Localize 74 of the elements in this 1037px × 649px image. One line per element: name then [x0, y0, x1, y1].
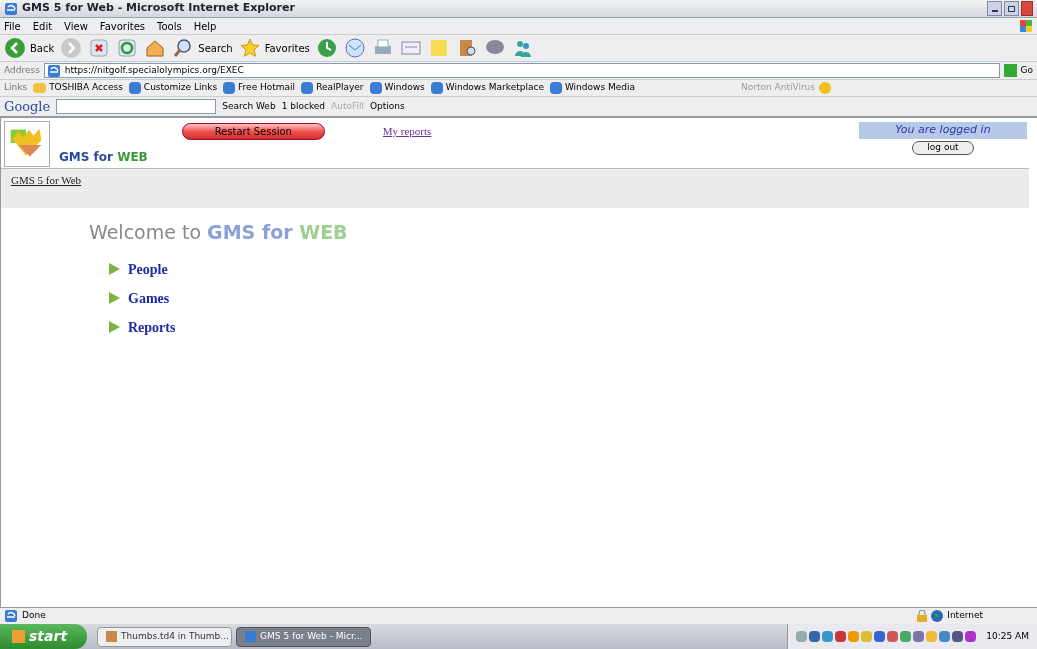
restart-session-button[interactable]: Restart Session	[181, 123, 325, 140]
links-label: Links	[4, 81, 28, 95]
google-search-field[interactable]	[56, 99, 217, 114]
go-button[interactable]: Go	[1003, 63, 1033, 78]
search-web-button[interactable]: Search Web	[222, 99, 276, 114]
zone-text: Internet	[947, 609, 983, 623]
mail-icon	[343, 37, 366, 59]
windows-logo-icon	[1019, 19, 1033, 33]
menu-item[interactable]: Help	[193, 18, 217, 34]
tray-icon[interactable]	[913, 631, 925, 642]
menu-item[interactable]: View	[64, 18, 88, 34]
link-item[interactable]: TOSHIBA Access	[33, 81, 123, 95]
google-logo[interactable]: Google	[4, 96, 51, 117]
star-icon	[238, 37, 261, 59]
address-label: Address	[4, 63, 40, 77]
restore-button[interactable]	[1004, 1, 1019, 16]
options-button[interactable]: Options	[369, 99, 405, 114]
tray-icon[interactable]	[965, 631, 977, 642]
favorites-button[interactable]: Favorites	[238, 37, 310, 59]
tray-icon[interactable]	[887, 631, 899, 642]
site-brand: GMS for WEB	[59, 149, 148, 166]
lock-icon	[917, 610, 928, 622]
tray-icon[interactable]	[822, 631, 834, 642]
link-item[interactable]: Windows Marketplace	[430, 81, 544, 95]
link-item[interactable]: Free Hotmail	[223, 81, 296, 95]
welcome-heading: Welcome to GMS for WEB	[89, 220, 349, 245]
link-item[interactable]: Windows Media	[549, 81, 635, 95]
logo-icon	[4, 121, 50, 167]
address-field[interactable]: https://nitgolf.specialolympics.org/EXEC	[43, 63, 1000, 78]
clock: 10:25 AM	[986, 629, 1029, 643]
menu-item[interactable]: Tools	[157, 18, 182, 34]
stop-button[interactable]	[88, 37, 111, 59]
menu-item[interactable]: Favorites	[99, 18, 145, 34]
breadcrumb-link[interactable]: GMS 5 for Web	[11, 174, 82, 186]
status-text: Done	[22, 609, 46, 623]
taskbar-button[interactable]: GMS 5 for Web - Micr...	[236, 626, 372, 647]
mail-button[interactable]	[343, 37, 366, 59]
popup-blocker-button[interactable]: 1 blocked	[281, 99, 326, 114]
history-button[interactable]	[315, 37, 338, 59]
menu-item[interactable]: File	[4, 18, 21, 34]
globe-icon	[931, 610, 944, 622]
taskbar-button[interactable]: Thumbs.td4 in Thumb...	[97, 626, 233, 647]
tray-icon[interactable]	[952, 631, 964, 642]
tray-icon[interactable]	[874, 631, 886, 642]
refresh-button[interactable]	[116, 37, 139, 59]
bullet-arrow-icon	[109, 263, 120, 275]
refresh-icon	[116, 37, 139, 59]
link-item[interactable]: Windows	[369, 81, 425, 95]
nav-link[interactable]: Games	[128, 287, 170, 309]
bullet-arrow-icon	[109, 292, 120, 304]
log-out-button[interactable]: log out	[912, 140, 974, 155]
menu-item[interactable]: Edit	[32, 18, 53, 34]
stop-icon	[88, 37, 111, 59]
page-icon	[46, 63, 61, 78]
page-icon	[4, 609, 18, 623]
minimize-button[interactable]	[987, 1, 1002, 16]
back-icon	[4, 37, 26, 59]
link-item[interactable]: RealPlayer	[301, 81, 364, 95]
tray-icon[interactable]	[835, 631, 847, 642]
nav-link[interactable]: People	[128, 258, 168, 280]
link-item[interactable]: Customize Links	[128, 81, 218, 95]
back-button[interactable]: Back	[4, 37, 55, 59]
tray-icon[interactable]	[900, 631, 912, 642]
login-status: You are logged in	[859, 122, 1027, 139]
forward-button[interactable]	[60, 37, 83, 59]
tray-icon[interactable]	[809, 631, 821, 642]
nav-link[interactable]: Reports	[128, 316, 176, 338]
my-reports-link[interactable]: My reports	[382, 123, 432, 140]
search-button[interactable]: Search	[172, 37, 233, 59]
tray-icon[interactable]	[939, 631, 951, 642]
window-title: GMS 5 for Web - Microsoft Internet Explorer	[22, 0, 295, 17]
history-icon	[315, 37, 338, 59]
browser-icon	[4, 1, 18, 16]
bullet-arrow-icon	[109, 321, 120, 333]
